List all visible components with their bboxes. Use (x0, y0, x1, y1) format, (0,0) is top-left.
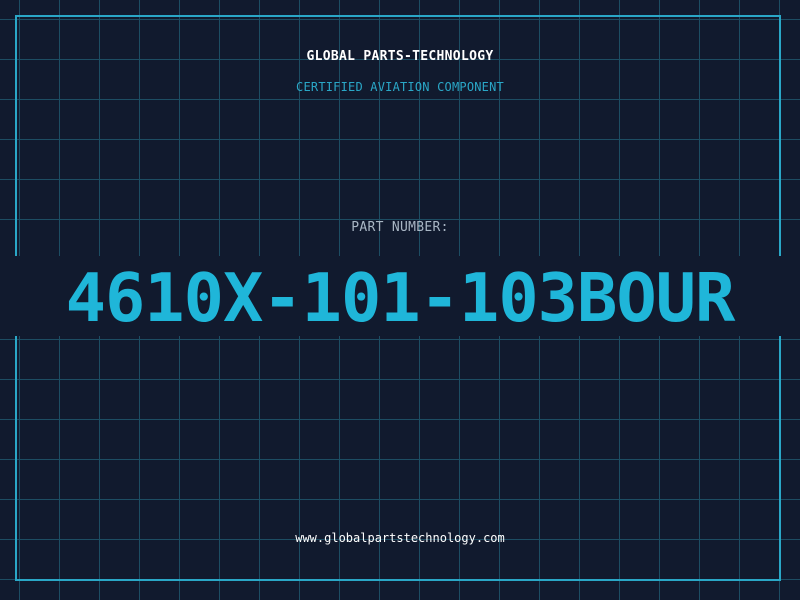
certification-subtitle: CERTIFIED AVIATION COMPONENT (296, 80, 504, 94)
part-number-label: PART NUMBER: (351, 220, 449, 235)
part-number: 4610X-101-103BOUR (65, 259, 736, 337)
website-link[interactable]: www.globalpartstechnology.com (0, 531, 800, 545)
company-name: GLOBAL PARTS-TECHNOLOGY (306, 49, 494, 64)
part-card: GLOBAL PARTS-TECHNOLOGY CERTIFIED AVIATI… (0, 0, 800, 600)
